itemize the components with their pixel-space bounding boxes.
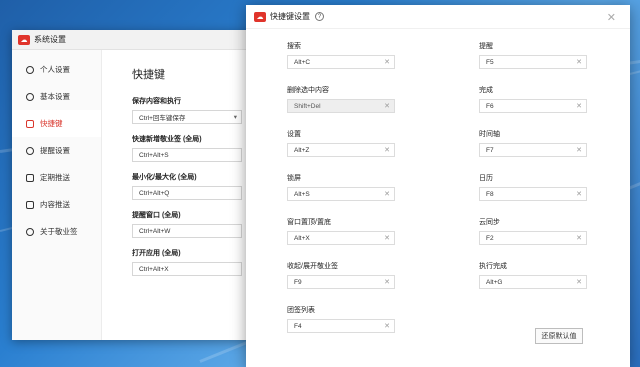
sidebar-item-label: 快捷键 — [40, 119, 63, 128]
shortcut-label: 锁屏 — [287, 175, 301, 182]
cloud-logo-icon: ☁ — [254, 11, 266, 22]
field-value: Alt+X — [294, 234, 310, 242]
complete-shortcut-field[interactable]: F6 ✕ — [479, 99, 587, 113]
close-icon[interactable]: ✕ — [607, 11, 616, 24]
cloud-sync-shortcut-field[interactable]: F2 ✕ — [479, 231, 587, 245]
calendar-icon — [26, 173, 34, 182]
reminder-window-shortcut-field[interactable]: Ctrl+Alt+W — [132, 224, 242, 238]
system-settings-window: ☁ 系统设置 个人设置 基本设置 快捷键 提醒设置 定期推送 内容推送 关于敬业… — [12, 30, 272, 340]
shortcut-label: 完成 — [479, 87, 493, 94]
sidebar-item-personal[interactable]: 个人设置 — [12, 56, 101, 83]
clear-icon: ✕ — [384, 103, 390, 110]
shortcut-label: 删除选中内容 — [287, 87, 329, 94]
sidebar-item-shortcuts[interactable]: 快捷键 — [12, 110, 101, 137]
person-icon — [26, 65, 34, 74]
sidebar-item-scheduled-push[interactable]: 定期推送 — [12, 164, 101, 191]
keyboard-icon — [26, 119, 34, 128]
execute-complete-shortcut-field[interactable]: Alt+G ✕ — [479, 275, 587, 289]
shortcut-label: 提醒 — [479, 43, 493, 50]
shortcut-column-right: 提醒 F5 ✕ 完成 F6 ✕ 时间轴 F7 ✕ 日历 F8 ✕ 云同步 F2 … — [479, 41, 639, 305]
restore-defaults-button[interactable]: 还原默认值 — [535, 328, 583, 344]
dialog-titlebar: ☁ 快捷键设置 ? — [246, 5, 630, 29]
bell-icon — [26, 146, 34, 155]
sidebar-item-label: 基本设置 — [40, 92, 70, 101]
shortcut-label: 执行完成 — [479, 263, 507, 270]
shortcut-label: 收起/展开敬业签 — [287, 263, 338, 270]
sidebar-item-label: 个人设置 — [40, 65, 70, 74]
shortcut-settings-dialog: ☁ 快捷键设置 ? ✕ 搜索 Alt+C ✕ 删除选中内容 Shift+Del … — [246, 5, 630, 367]
lock-shortcut-field[interactable]: Alt+S ✕ — [287, 187, 395, 201]
field-value: F6 — [486, 102, 494, 110]
field-value: F5 — [486, 58, 494, 66]
field-value: F4 — [294, 322, 302, 330]
shortcut-label: 设置 — [287, 131, 301, 138]
cloud-logo-icon: ☁ — [18, 34, 30, 45]
delete-shortcut-field: Shift+Del ✕ — [287, 99, 395, 113]
settings-sidebar: 个人设置 基本设置 快捷键 提醒设置 定期推送 内容推送 关于敬业签 — [12, 50, 102, 340]
sidebar-item-about[interactable]: 关于敬业签 — [12, 218, 101, 245]
field-value: F9 — [294, 278, 302, 286]
clear-icon[interactable]: ✕ — [384, 146, 390, 154]
system-settings-titlebar: ☁ 系统设置 — [12, 30, 272, 50]
field-value: F2 — [486, 234, 494, 242]
clear-icon[interactable]: ✕ — [384, 58, 390, 66]
target-icon — [26, 92, 34, 101]
field-value: Alt+S — [294, 190, 310, 198]
shortcut-label: 日历 — [479, 175, 493, 182]
minimize-shortcut-field[interactable]: Ctrl+Alt+Q — [132, 186, 242, 200]
sidebar-item-label: 内容推送 — [40, 200, 70, 209]
document-icon — [26, 200, 34, 209]
field-value: Shift+Del — [294, 102, 321, 110]
help-icon[interactable]: ? — [315, 12, 324, 21]
field-value: Alt+C — [294, 58, 311, 66]
window-title: 系统设置 — [34, 35, 66, 44]
sidebar-item-basic[interactable]: 基本设置 — [12, 83, 101, 110]
clear-icon[interactable]: ✕ — [576, 102, 582, 110]
settings-shortcut-field[interactable]: Alt+Z ✕ — [287, 143, 395, 157]
clear-icon[interactable]: ✕ — [576, 58, 582, 66]
sidebar-item-reminder[interactable]: 提醒设置 — [12, 137, 101, 164]
field-value: F7 — [486, 146, 494, 154]
pin-window-shortcut-field[interactable]: Alt+X ✕ — [287, 231, 395, 245]
reminder-shortcut-field[interactable]: F5 ✕ — [479, 55, 587, 69]
field-value: Ctrl+Alt+X — [139, 265, 169, 273]
field-value: Ctrl+Alt+Q — [139, 189, 170, 197]
shortcut-column-left: 搜索 Alt+C ✕ 删除选中内容 Shift+Del ✕ 设置 Alt+Z ✕… — [287, 41, 447, 349]
sidebar-item-label: 关于敬业签 — [40, 227, 78, 236]
open-app-shortcut-field[interactable]: Ctrl+Alt+X — [132, 262, 242, 276]
clear-icon[interactable]: ✕ — [384, 234, 390, 242]
info-icon — [26, 227, 34, 236]
save-mode-select[interactable]: Ctrl+回车键保存 — [132, 110, 242, 124]
clear-icon[interactable]: ✕ — [384, 190, 390, 198]
clear-icon[interactable]: ✕ — [384, 322, 390, 330]
field-value: F8 — [486, 190, 494, 198]
shortcut-label: 团签列表 — [287, 307, 315, 314]
shortcut-label: 云同步 — [479, 219, 500, 226]
sidebar-item-label: 提醒设置 — [40, 146, 70, 155]
team-list-shortcut-field[interactable]: F4 ✕ — [287, 319, 395, 333]
clear-icon[interactable]: ✕ — [576, 278, 582, 286]
clear-icon[interactable]: ✕ — [576, 190, 582, 198]
search-shortcut-field[interactable]: Alt+C ✕ — [287, 55, 395, 69]
new-note-shortcut-field[interactable]: Ctrl+Alt+S — [132, 148, 242, 162]
shortcut-label: 窗口置顶/置底 — [287, 219, 331, 226]
collapse-shortcut-field[interactable]: F9 ✕ — [287, 275, 395, 289]
clear-icon[interactable]: ✕ — [576, 146, 582, 154]
dialog-title: 快捷键设置 — [270, 12, 310, 21]
sidebar-item-label: 定期推送 — [40, 173, 70, 182]
sidebar-item-content-push[interactable]: 内容推送 — [12, 191, 101, 218]
timeline-shortcut-field[interactable]: F7 ✕ — [479, 143, 587, 157]
select-value: Ctrl+回车键保存 — [139, 115, 186, 122]
shortcut-label: 时间轴 — [479, 131, 500, 138]
field-value: Ctrl+Alt+S — [139, 151, 169, 159]
shortcut-label: 搜索 — [287, 43, 301, 50]
calendar-shortcut-field[interactable]: F8 ✕ — [479, 187, 587, 201]
field-value: Alt+Z — [294, 146, 310, 154]
field-value: Ctrl+Alt+W — [139, 227, 171, 235]
clear-icon[interactable]: ✕ — [576, 234, 582, 242]
clear-icon[interactable]: ✕ — [384, 278, 390, 286]
field-value: Alt+G — [486, 278, 503, 286]
